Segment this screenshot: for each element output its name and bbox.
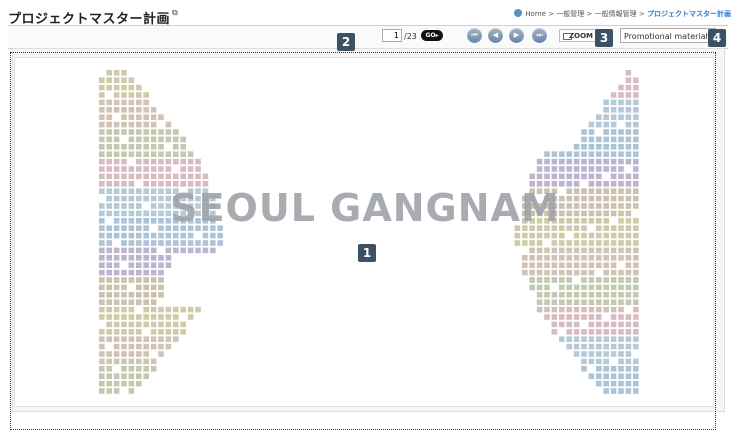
breadcrumb-item[interactable]: 一般管理	[556, 10, 584, 18]
breadcrumb-separator: >	[548, 10, 555, 18]
page-total: /23	[404, 32, 417, 41]
category-select-value: Promotional material	[624, 32, 708, 41]
previous-page-icon[interactable]: ◀	[488, 28, 503, 43]
breadcrumb-separator: >	[586, 10, 593, 18]
page-number-input[interactable]	[382, 29, 402, 42]
breadcrumb: Home > 一般管理 > 一般情報管理 > プロジェクトマスター計画	[514, 9, 731, 19]
badge-4: 4	[708, 29, 726, 47]
first-page-icon[interactable]: ⏮	[467, 28, 482, 43]
popout-icon[interactable]: ⧉	[172, 8, 178, 17]
zoom-button[interactable]: ZOOM	[559, 29, 597, 42]
go-button[interactable]: GO▸	[421, 30, 443, 41]
badge-1: 1	[358, 244, 376, 262]
last-page-icon[interactable]: ⏭	[532, 28, 547, 43]
breadcrumb-separator: >	[638, 10, 645, 18]
viewer-toolbar: /23 GO▸ ⏮ ◀ ▶ ⏭ ZOOM Promotional materia…	[8, 25, 728, 49]
badge-3: 3	[595, 29, 613, 47]
badge-2: 2	[337, 33, 355, 51]
zoom-label: ZOOM	[569, 32, 593, 40]
go-label: GO	[425, 32, 436, 39]
home-icon[interactable]	[514, 9, 523, 17]
breadcrumb-home[interactable]: Home	[525, 10, 546, 18]
breadcrumb-item[interactable]: 一般情報管理	[595, 10, 637, 18]
content-frame	[10, 52, 716, 430]
category-select[interactable]: Promotional material▼	[620, 28, 716, 43]
zoom-icon	[563, 33, 572, 40]
breadcrumb-current: プロジェクトマスター計画	[647, 10, 731, 18]
next-page-icon[interactable]: ▶	[509, 28, 524, 43]
